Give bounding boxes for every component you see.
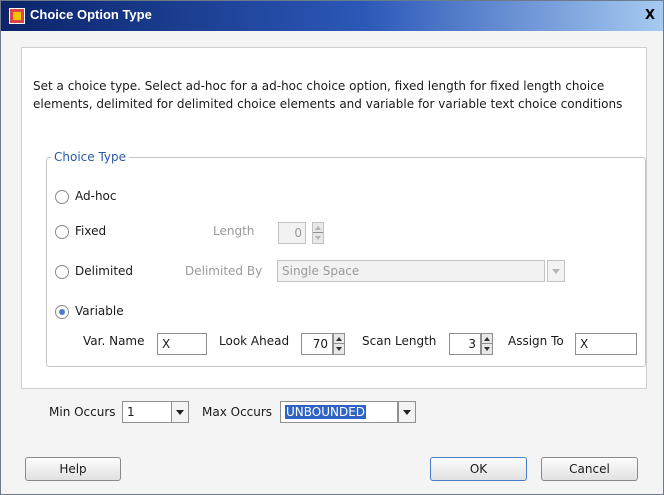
radio-delimited[interactable] [55,265,69,279]
spinner-down-icon[interactable] [482,343,492,354]
assign-to-input[interactable]: X [575,333,637,355]
radio-variable-label[interactable]: Variable [75,304,124,318]
choice-option-type-dialog: Choice Option Type X Set a choice type. … [0,0,664,495]
min-occurs-dropdown-icon[interactable] [171,401,189,423]
spinner-down-icon[interactable] [334,343,344,354]
description-text: Set a choice type. Select ad-hoc for a a… [33,79,623,111]
length-label: Length [213,224,255,238]
delimited-by-label: Delimited By [185,264,263,278]
help-button[interactable]: Help [25,457,121,481]
title-bar[interactable]: Choice Option Type X [1,1,663,31]
cancel-button[interactable]: Cancel [541,457,638,481]
ok-button[interactable]: OK [430,457,527,481]
close-icon[interactable]: X [641,7,659,25]
radio-fixed[interactable] [55,225,69,239]
radio-ad-hoc-label[interactable]: Ad-hoc [75,189,117,203]
app-icon [9,8,25,24]
scan-length-label: Scan Length [362,334,437,348]
min-occurs-label: Min Occurs [49,405,116,419]
choice-type-legend: Choice Type [51,150,130,164]
spinner-down-icon[interactable] [313,232,323,243]
radio-delimited-label[interactable]: Delimited [75,264,133,278]
max-occurs-value: UNBOUNDED [285,405,367,419]
scan-length-input[interactable]: 3 [449,333,481,355]
radio-ad-hoc[interactable] [55,190,69,204]
look-ahead-spinner[interactable] [333,333,345,355]
assign-to-label: Assign To [508,334,564,348]
var-name-label: Var. Name [83,334,145,348]
window-title: Choice Option Type [30,7,152,22]
min-occurs-select[interactable]: 1 [122,401,172,423]
radio-variable[interactable] [55,305,69,319]
length-spinner[interactable] [312,222,324,244]
delimited-by-select[interactable]: Single Space [277,260,545,282]
length-field[interactable]: 0 [278,222,306,244]
var-name-input[interactable]: X [157,333,207,355]
max-occurs-label: Max Occurs [202,405,273,419]
look-ahead-label: Look Ahead [219,334,290,348]
max-occurs-dropdown-icon[interactable] [398,401,416,423]
delimited-by-dropdown-icon[interactable] [547,260,565,282]
radio-fixed-label[interactable]: Fixed [75,224,106,238]
scan-length-spinner[interactable] [481,333,493,355]
max-occurs-select[interactable]: UNBOUNDED [280,401,398,423]
look-ahead-input[interactable]: 70 [301,333,333,355]
